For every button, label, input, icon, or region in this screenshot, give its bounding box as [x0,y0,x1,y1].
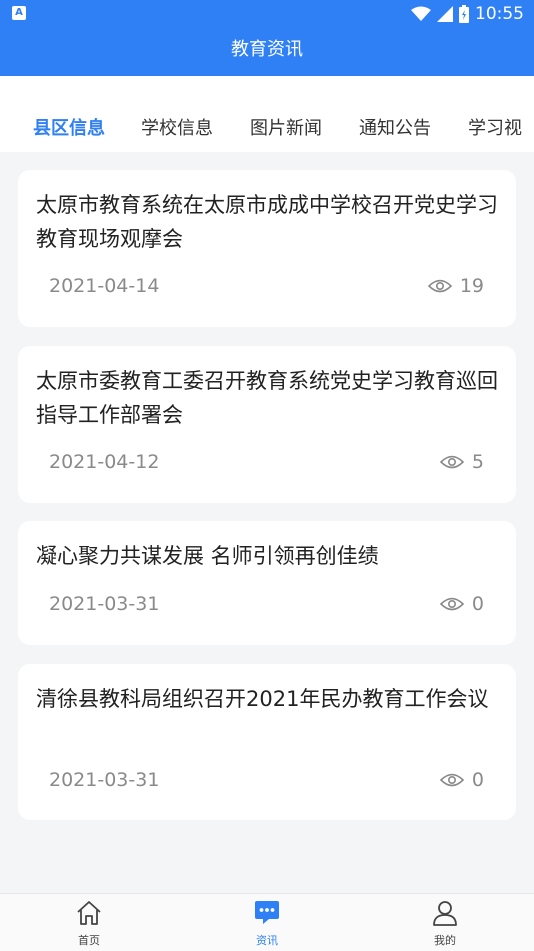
article-views: 0 [439,769,484,791]
status-bar: A 10:55 [0,0,534,28]
view-count: 19 [459,275,484,297]
clock: 10:55 [475,4,524,24]
page-title: 教育资讯 [231,39,303,60]
home-icon [77,901,101,925]
status-icons: 10:55 [411,3,524,25]
wifi-icon [411,6,431,21]
eye-icon [427,279,452,293]
view-count: 5 [471,451,484,473]
article-card[interactable]: 清徐县教科局组织召开2021年民办教育工作会议 2021-03-31 0 [18,664,516,820]
battery-icon [459,5,469,23]
article-title: 清徐县教科局组织召开2021年民办教育工作会议 [36,687,489,711]
notification-icon: A [12,6,26,20]
tab-school-info[interactable]: 学校信息 [141,114,213,140]
eye-icon [439,597,464,611]
tab-county-info[interactable]: 县区信息 [33,114,105,140]
article-card[interactable]: 太原市委教育工委召开教育系统党史学习教育巡回指导工作部署会 2021-04-12… [18,346,516,503]
article-date: 2021-03-31 [49,593,160,615]
tab-study-video[interactable]: 学习视 [468,114,522,140]
eye-icon [439,455,464,469]
tab-notices[interactable]: 通知公告 [359,114,431,140]
notification-letter: A [15,7,23,18]
article-date: 2021-04-14 [49,275,160,297]
article-views: 5 [439,451,484,473]
app-bar: 教育资讯 [0,28,534,76]
nav-news[interactable]: 资讯 [227,900,307,948]
article-title: 凝心聚力共谋发展 名师引领再创佳绩 [36,544,379,568]
user-icon [433,901,457,926]
article-card[interactable]: 太原市教育系统在太原市成成中学校召开党史学习教育现场观摩会 2021-04-14… [18,170,516,327]
article-title: 太原市教育系统在太原市成成中学校召开党史学习教育现场观摩会 [36,193,498,251]
chat-icon [255,901,279,924]
bottom-nav: 首页 资讯 我的 [0,893,534,951]
article-date: 2021-04-12 [49,451,160,473]
nav-news-label: 资讯 [256,934,278,947]
nav-home[interactable]: 首页 [49,900,129,948]
nav-home-label: 首页 [78,934,100,947]
eye-icon [439,773,464,787]
article-views: 19 [427,275,484,297]
nav-profile[interactable]: 我的 [405,900,485,948]
view-count: 0 [471,593,484,615]
nav-profile-label: 我的 [434,934,456,947]
view-count: 0 [471,769,484,791]
signal-icon [437,6,453,22]
tab-photo-news[interactable]: 图片新闻 [250,114,322,140]
article-title: 太原市委教育工委召开教育系统党史学习教育巡回指导工作部署会 [36,369,498,427]
category-tabs: 县区信息 学校信息 图片新闻 通知公告 学习视 [0,76,534,152]
article-views: 0 [439,593,484,615]
article-card[interactable]: 凝心聚力共谋发展 名师引领再创佳绩 2021-03-31 0 [18,521,516,645]
article-date: 2021-03-31 [49,769,160,791]
